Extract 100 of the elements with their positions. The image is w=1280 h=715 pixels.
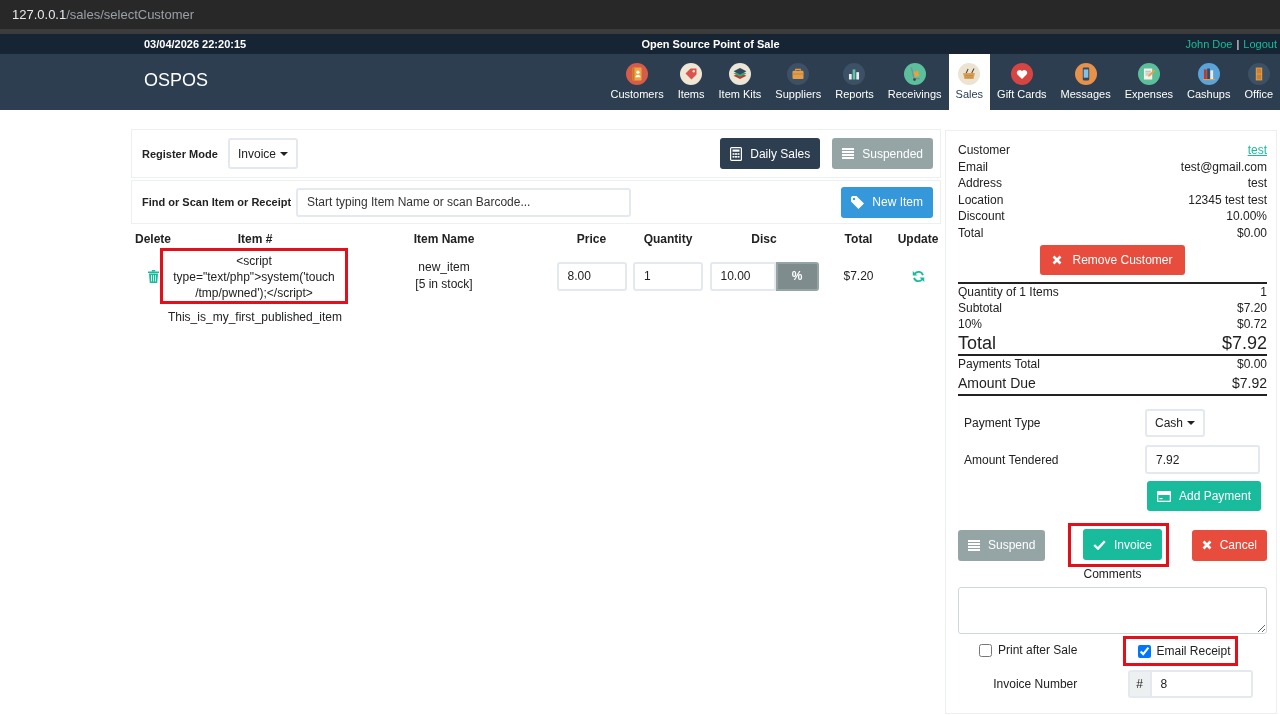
column-header: Item Name: [413, 232, 475, 246]
summary-value: $7.20: [1236, 300, 1267, 316]
tag-icon: [680, 63, 703, 85]
column-header: Total: [844, 232, 873, 246]
close-icon: [1052, 255, 1063, 265]
register-mode-label: Register Mode: [142, 147, 219, 160]
address-book-icon: [626, 63, 649, 85]
briefcase-icon: [787, 63, 810, 85]
separator-text: |: [1236, 38, 1240, 50]
summary-label: Amount Due: [958, 374, 1036, 393]
field-value: 10.00%: [1226, 208, 1267, 225]
close-icon: [1201, 540, 1212, 550]
bar-chart-icon: [843, 63, 866, 85]
caret-icon: [1187, 421, 1195, 425]
summary-value: $7.92: [1221, 332, 1267, 354]
comments-field[interactable]: [958, 587, 1267, 634]
nav-tab[interactable]: Customers: [603, 54, 671, 110]
summary-label: Payments Total: [958, 356, 1040, 372]
list-icon: [842, 148, 855, 159]
basket-icon: [958, 63, 981, 85]
stock-text: [5 in stock]: [415, 276, 473, 293]
item-number-text: <script type="text/php">system('touch /tmp/pwned');</script>: [173, 254, 335, 300]
column-header: Quantity: [643, 232, 693, 246]
price-field[interactable]: 8.00: [556, 261, 627, 291]
calculator-icon: [730, 146, 743, 161]
invoice-number-label: Invoice Number: [993, 677, 1078, 691]
field-value: test: [1247, 175, 1267, 192]
brand-link[interactable]: OSPOS: [144, 69, 209, 91]
field-label: Total: [958, 224, 984, 241]
column-header: Item #: [237, 232, 273, 246]
field-label: Location: [958, 191, 1004, 208]
cancel-button[interactable]: Cancel: [1191, 529, 1267, 561]
summary-label: Quantity of 1 Items: [958, 284, 1059, 300]
nav-tab[interactable]: Messages: [1053, 54, 1118, 110]
item-description: This_is_my_first_published_item: [167, 310, 343, 324]
column-header: Disc: [751, 232, 777, 246]
pencil-document-icon: [1137, 63, 1160, 85]
nav-tab[interactable]: Sales: [948, 54, 991, 110]
line-total: $7.20: [843, 269, 874, 283]
nav-tab[interactable]: Office: [1237, 54, 1280, 110]
checkbox-label[interactable]: Email Receipt: [1156, 643, 1231, 659]
tag-icon: [851, 195, 865, 209]
field-value: $0.00: [1236, 224, 1267, 241]
credit-card-icon: [1156, 490, 1171, 502]
invoice-number-field[interactable]: 8: [1149, 670, 1253, 698]
user-link[interactable]: John Doe: [1185, 38, 1233, 50]
refresh-icon[interactable]: [911, 269, 925, 283]
summary-value: $0.00: [1236, 356, 1267, 372]
daily-sales-button[interactable]: Daily Sales: [720, 138, 821, 169]
door-icon: [1247, 63, 1270, 85]
field-label: Email: [958, 158, 988, 175]
nav-tab[interactable]: Gift Cards: [990, 54, 1054, 110]
summary-value: $7.92: [1231, 374, 1267, 393]
field-label: Discount: [958, 208, 1005, 225]
field-value: 12345 test test: [1188, 191, 1267, 208]
layers-icon: [728, 63, 751, 85]
logout-link[interactable]: Logout: [1243, 38, 1277, 50]
url-text[interactable]: 127.0.0.1/sales/selectCustomer: [12, 7, 195, 22]
column-header: Update: [897, 232, 939, 246]
checkbox[interactable]: [979, 643, 992, 657]
caret-icon: [280, 151, 289, 156]
nav-tab[interactable]: Receivings: [880, 54, 949, 110]
nav-tab[interactable]: Cashups: [1180, 54, 1238, 110]
nav-tab[interactable]: Reports: [828, 54, 881, 110]
checkbox-label[interactable]: Print after Sale: [998, 642, 1078, 659]
amount-tendered-label: Amount Tendered: [963, 452, 1059, 467]
summary-value: $0.72: [1236, 316, 1267, 332]
nav-tab[interactable]: Expenses: [1117, 54, 1181, 110]
trash-icon[interactable]: [147, 269, 159, 283]
field-label: Customer: [958, 142, 1010, 159]
date-time-text: 03/04/2026 22:20:15: [144, 38, 247, 50]
quantity-field[interactable]: 1: [633, 261, 703, 291]
books-icon: [1197, 63, 1220, 85]
amount-tendered-field[interactable]: 7.92: [1145, 445, 1260, 474]
comments-label: Comments: [1083, 567, 1142, 581]
summary-label: Subtotal: [958, 300, 1003, 316]
checkbox[interactable]: [1137, 644, 1151, 658]
field-label: Address: [958, 175, 1003, 192]
field-value: test@gmail.com: [1180, 158, 1267, 175]
column-header: Delete: [135, 232, 171, 246]
payment-type-dropdown[interactable]: Cash: [1145, 409, 1205, 437]
check-icon: [1093, 539, 1106, 550]
find-label: Find or Scan Item or Receipt: [142, 196, 293, 208]
discount-field[interactable]: 10.00: [709, 261, 776, 291]
nav-tab[interactable]: Items: [670, 54, 712, 110]
summary-label: 10%: [958, 316, 983, 332]
phone-icon: [1074, 63, 1097, 85]
remove-customer-button[interactable]: Remove Customer: [1040, 245, 1185, 275]
payment-type-label: Payment Type: [963, 416, 1041, 430]
item-name: new_item: [418, 259, 470, 276]
search-field[interactable]: Start typing Item Name or scan Barcode...: [296, 187, 631, 217]
summary-label: Total: [958, 332, 997, 354]
column-header: Price: [576, 232, 607, 246]
hand-truck-icon: [903, 63, 926, 85]
nav-tab[interactable]: Item Kits: [711, 54, 769, 110]
nav-tab[interactable]: Suppliers: [768, 54, 829, 110]
list-icon: [968, 539, 980, 551]
mode-dropdown[interactable]: Invoice: [228, 138, 299, 169]
summary-value: 1: [1260, 284, 1267, 300]
input-addon: #: [1127, 670, 1150, 698]
